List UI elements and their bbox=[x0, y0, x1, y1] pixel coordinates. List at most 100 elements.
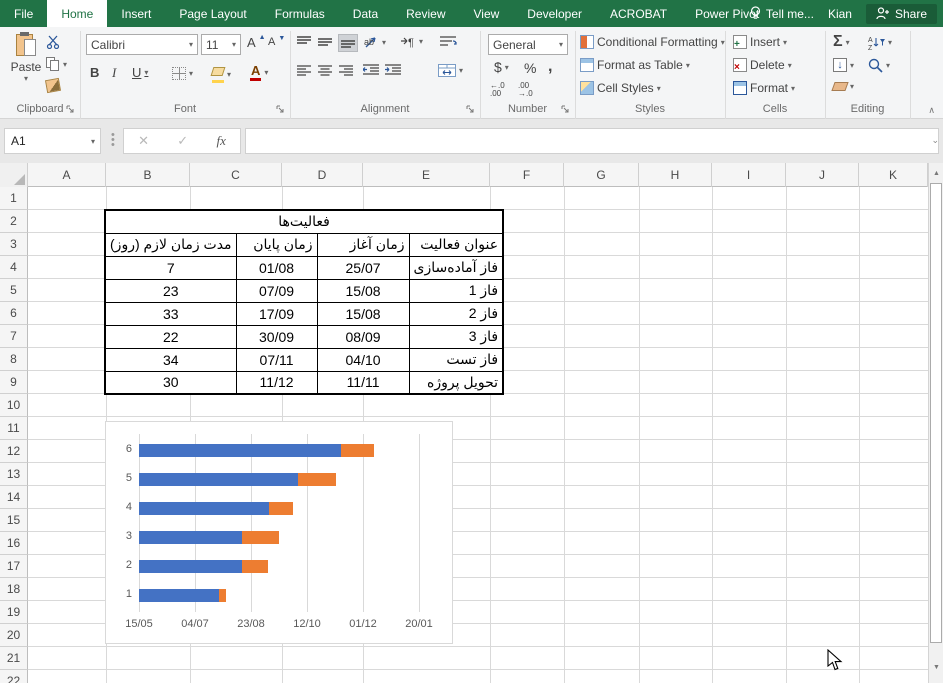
expand-formula-bar-button[interactable]: ⌄ bbox=[931, 135, 939, 146]
tab-view[interactable]: View bbox=[460, 0, 514, 27]
conditional-formatting-button[interactable]: Conditional Formatting▾ bbox=[580, 35, 725, 49]
activity-value-cell[interactable]: 01/08 bbox=[236, 256, 317, 279]
activity-value-cell[interactable]: 34 bbox=[105, 348, 236, 371]
italic-button[interactable]: I bbox=[112, 65, 116, 81]
paste-button[interactable]: Paste ▾ bbox=[6, 32, 46, 98]
orientation-button[interactable]: ab ▾ bbox=[364, 35, 386, 49]
row-header-20[interactable]: 20 bbox=[0, 624, 28, 647]
font-dialog-launcher[interactable] bbox=[276, 105, 286, 115]
autosum-button[interactable]: Σ▾ bbox=[833, 33, 850, 51]
activity-value-cell[interactable]: 04/10 bbox=[317, 348, 409, 371]
row-header-19[interactable]: 19 bbox=[0, 601, 28, 624]
clipboard-dialog-launcher[interactable] bbox=[66, 105, 76, 115]
row-header-9[interactable]: 9 bbox=[0, 371, 28, 394]
column-header-A[interactable]: A bbox=[28, 163, 106, 187]
font-color-dropdown[interactable]: ▾ bbox=[264, 68, 268, 77]
column-header-K[interactable]: K bbox=[859, 163, 928, 187]
activity-value-cell[interactable]: 25/07 bbox=[317, 256, 409, 279]
activity-name-cell[interactable]: تحویل پروژه bbox=[409, 371, 503, 394]
cut-button[interactable] bbox=[46, 35, 61, 49]
font-name-select[interactable]: Calibri▾ bbox=[86, 34, 198, 55]
fill-dropdown[interactable]: ▾ bbox=[850, 61, 854, 70]
table-header-cell[interactable]: عنوان فعالیت bbox=[409, 233, 503, 256]
format-cells-button[interactable]: Format▾ bbox=[733, 81, 795, 95]
underline-dropdown[interactable]: ▾ bbox=[144, 68, 148, 77]
sort-filter-button[interactable]: AZ ▾ bbox=[868, 35, 892, 50]
column-header-C[interactable]: C bbox=[190, 163, 282, 187]
row-header-16[interactable]: 16 bbox=[0, 532, 28, 555]
gantt-chart[interactable]: 15/0504/0723/0812/1001/1220/01123456 bbox=[105, 421, 453, 644]
activity-value-cell[interactable]: 23 bbox=[105, 279, 236, 302]
tab-data[interactable]: Data bbox=[339, 0, 392, 27]
format-as-table-button[interactable]: Format as Table▾ bbox=[580, 58, 690, 72]
insert-cells-button[interactable]: + Insert▾ bbox=[733, 35, 787, 49]
user-name[interactable]: Kian bbox=[828, 7, 852, 21]
column-header-E[interactable]: E bbox=[363, 163, 490, 187]
increase-decimal-button[interactable]: ←.0.00 bbox=[490, 82, 516, 98]
merge-center-button[interactable]: ▾ bbox=[438, 64, 463, 77]
scrollbar-thumb[interactable] bbox=[930, 183, 942, 643]
table-header-cell[interactable]: زمان پایان bbox=[236, 233, 317, 256]
underline-button[interactable]: U▾ bbox=[132, 65, 148, 80]
row-header-18[interactable]: 18 bbox=[0, 578, 28, 601]
activity-value-cell[interactable]: 11/11 bbox=[317, 371, 409, 394]
formula-bar-splitter[interactable]: ••• bbox=[111, 133, 115, 148]
row-header-11[interactable]: 11 bbox=[0, 417, 28, 440]
format-painter-button[interactable] bbox=[46, 79, 60, 92]
activity-name-cell[interactable]: فاز 2 bbox=[409, 302, 503, 325]
font-size-select[interactable]: 11▾ bbox=[201, 34, 241, 55]
name-box[interactable]: A1 ▾ bbox=[4, 128, 101, 154]
activity-value-cell[interactable]: 11/12 bbox=[236, 371, 317, 394]
comma-button[interactable]: , bbox=[548, 58, 552, 76]
tab-insert[interactable]: Insert bbox=[107, 0, 165, 27]
row-header-22[interactable]: 22 bbox=[0, 670, 28, 683]
row-header-8[interactable]: 8 bbox=[0, 348, 28, 371]
decrease-decimal-button[interactable]: .00→.0 bbox=[518, 82, 544, 98]
activity-name-cell[interactable]: فاز 3 bbox=[409, 325, 503, 348]
activity-value-cell[interactable]: 30/09 bbox=[236, 325, 317, 348]
row-header-5[interactable]: 5 bbox=[0, 279, 28, 302]
activity-value-cell[interactable]: 15/08 bbox=[317, 302, 409, 325]
row-header-12[interactable]: 12 bbox=[0, 440, 28, 463]
fill-button[interactable]: ↓▾ bbox=[833, 58, 854, 72]
activity-value-cell[interactable]: 33 bbox=[105, 302, 236, 325]
autosum-dropdown[interactable]: ▾ bbox=[846, 38, 850, 47]
column-header-G[interactable]: G bbox=[564, 163, 639, 187]
cell-styles-button[interactable]: Cell Styles▾ bbox=[580, 81, 661, 95]
paste-dropdown[interactable]: ▾ bbox=[24, 74, 28, 83]
tab-developer[interactable]: Developer bbox=[513, 0, 596, 27]
table-header-cell[interactable]: زمان آغاز bbox=[317, 233, 409, 256]
column-header-J[interactable]: J bbox=[786, 163, 859, 187]
number-dialog-launcher[interactable] bbox=[561, 105, 571, 115]
merge-center-dropdown[interactable]: ▾ bbox=[459, 66, 463, 75]
activity-value-cell[interactable]: 15/08 bbox=[317, 279, 409, 302]
alignment-dialog-launcher[interactable] bbox=[466, 105, 476, 115]
currency-button[interactable]: $▾ bbox=[494, 59, 509, 75]
activity-name-cell[interactable]: فاز آماده‌سازی bbox=[409, 256, 503, 279]
decrease-indent-button[interactable] bbox=[363, 64, 379, 76]
name-box-dropdown[interactable]: ▾ bbox=[91, 137, 95, 146]
activity-name-cell[interactable]: فاز 1 bbox=[409, 279, 503, 302]
shrink-font-button[interactable]: A▼ bbox=[268, 36, 285, 48]
text-direction-dropdown[interactable]: ▾ bbox=[419, 37, 423, 46]
align-left-button[interactable] bbox=[297, 64, 311, 76]
wrap-text-button[interactable] bbox=[440, 35, 457, 48]
sort-filter-dropdown[interactable]: ▾ bbox=[888, 38, 892, 47]
activity-value-cell[interactable]: 7 bbox=[105, 256, 236, 279]
column-header-D[interactable]: D bbox=[282, 163, 363, 187]
row-header-14[interactable]: 14 bbox=[0, 486, 28, 509]
column-header-B[interactable]: B bbox=[106, 163, 190, 187]
clear-button[interactable]: ▾ bbox=[833, 82, 854, 91]
activity-value-cell[interactable]: 30 bbox=[105, 371, 236, 394]
row-header-6[interactable]: 6 bbox=[0, 302, 28, 325]
row-header-17[interactable]: 17 bbox=[0, 555, 28, 578]
tab-page-layout[interactable]: Page Layout bbox=[165, 0, 260, 27]
column-header-F[interactable]: F bbox=[490, 163, 564, 187]
bottom-align-button[interactable] bbox=[338, 34, 358, 52]
row-header-7[interactable]: 7 bbox=[0, 325, 28, 348]
top-align-button[interactable] bbox=[297, 36, 311, 48]
currency-dropdown[interactable]: ▾ bbox=[505, 63, 509, 72]
activity-value-cell[interactable]: 17/09 bbox=[236, 302, 317, 325]
tab-acrobat[interactable]: ACROBAT bbox=[596, 0, 681, 27]
cancel-entry-button[interactable]: ✕ bbox=[138, 133, 149, 149]
